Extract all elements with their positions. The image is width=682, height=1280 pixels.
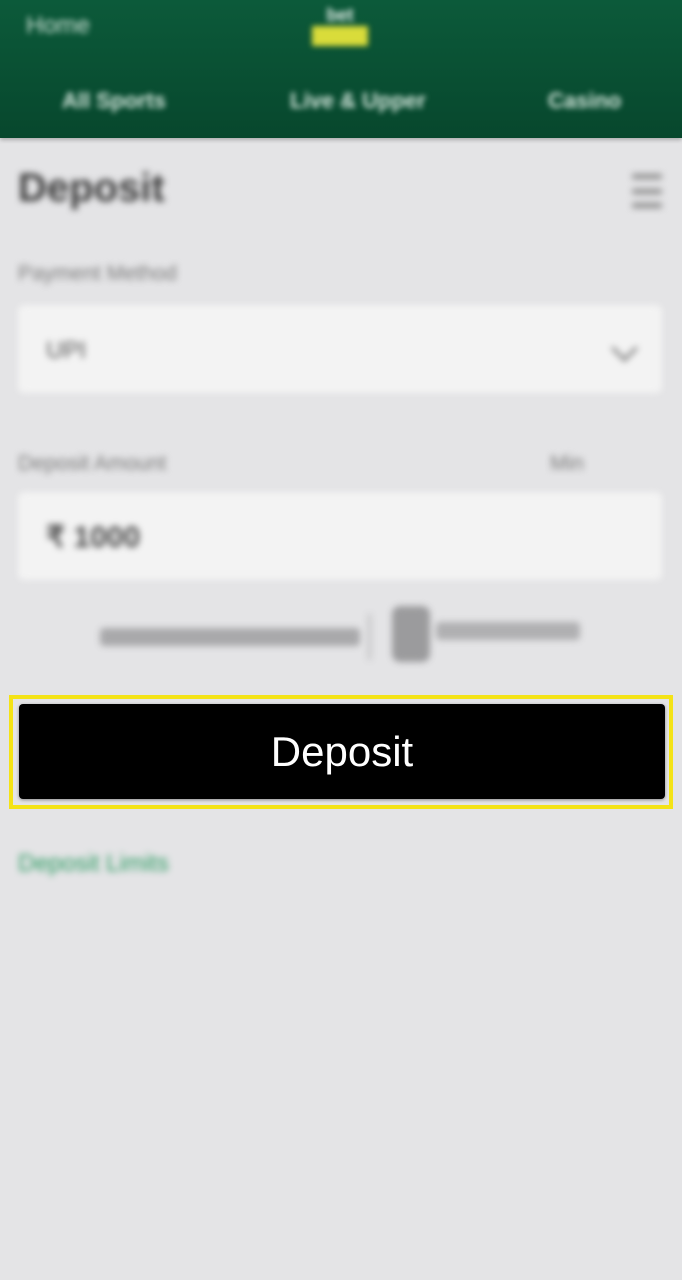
hamburger-menu-icon[interactable] [632, 174, 662, 208]
home-link[interactable]: Home [26, 12, 90, 40]
provider-logo-b-mark [392, 606, 430, 662]
nav-tab-casino[interactable]: Casino [548, 88, 621, 114]
menu-icon-bar-2 [632, 188, 662, 194]
brand-logo[interactable]: bet [311, 4, 369, 50]
payment-method-value: UPI [46, 337, 87, 364]
provider-logo-a [100, 628, 360, 646]
logo-text: bet [326, 5, 354, 25]
provider-logo-b-text [436, 622, 580, 640]
deposit-amount-label: Deposit Amount [18, 452, 167, 475]
deposit-amount-value: ₹ 1000 [46, 521, 141, 554]
payment-provider-logos [100, 600, 580, 664]
deposit-amount-min-hint: Min [550, 452, 584, 475]
deposit-button[interactable]: Deposit [19, 704, 665, 799]
page-title: Deposit [18, 166, 165, 210]
nav-tab-all-sports[interactable]: All Sports [62, 88, 166, 114]
menu-icon-bar-3 [632, 203, 662, 208]
payment-method-select[interactable]: UPI [18, 305, 662, 393]
deposit-amount-input[interactable]: ₹ 1000 [18, 492, 662, 580]
app-header: Home bet All Sports Live & Upper Casino [0, 0, 682, 138]
chevron-down-icon [611, 335, 638, 362]
sports-nav: All Sports Live & Upper Casino [0, 88, 682, 126]
payment-method-label: Payment Method [18, 262, 177, 285]
deposit-limits-link[interactable]: Deposit Limits [18, 850, 169, 878]
logo-bar [312, 26, 368, 46]
menu-icon-bar-1 [632, 174, 662, 179]
logo-divider [368, 614, 371, 660]
nav-tab-live[interactable]: Live & Upper [290, 88, 426, 114]
